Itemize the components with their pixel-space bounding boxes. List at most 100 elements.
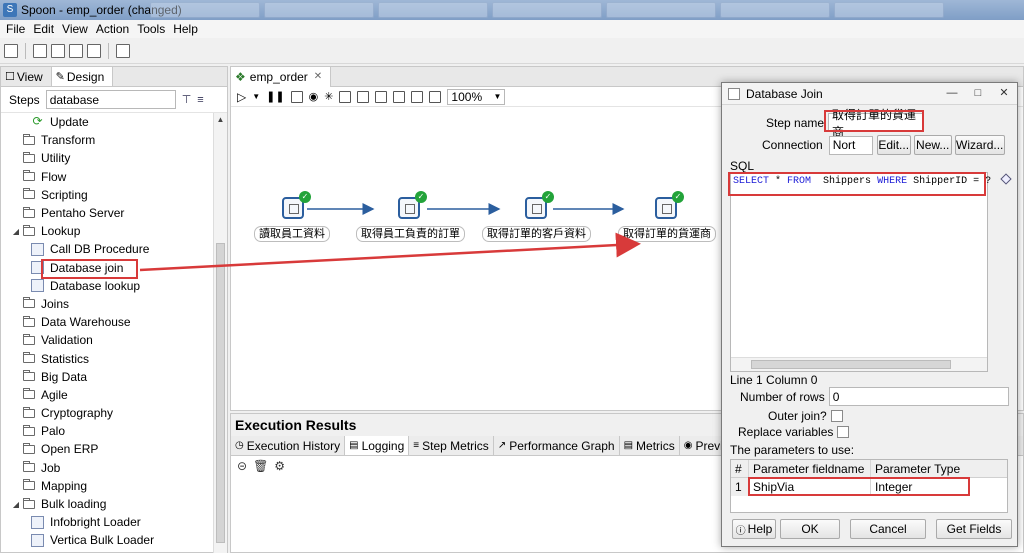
tree-item[interactable]: Validation [1, 331, 213, 349]
scroll-thumb[interactable] [751, 360, 951, 369]
tab-metrics[interactable]: ▤ Metrics [620, 436, 680, 455]
tree-item[interactable]: Joins [1, 295, 213, 313]
outer-join-checkbox[interactable] [830, 410, 843, 422]
new-file-icon[interactable] [4, 43, 18, 58]
close-tab-icon[interactable]: ✕ [314, 71, 322, 82]
folder-icon [23, 497, 35, 509]
tree-item[interactable]: Data Warehouse [1, 313, 213, 331]
replace-vars-checkbox[interactable] [837, 426, 850, 438]
open-file-icon[interactable] [33, 43, 47, 58]
folder-icon [23, 151, 35, 163]
tab-logging[interactable]: ▤ Logging [345, 436, 410, 455]
save-icon[interactable] [69, 43, 83, 58]
sql-horizontal-scrollbar[interactable] [731, 357, 987, 371]
tab-step-metrics[interactable]: ≡ Step Metrics [409, 436, 494, 455]
preview-icon[interactable]: ◉ [309, 90, 319, 103]
expand-all-icon[interactable]: ⊤ [182, 93, 192, 106]
verify-icon[interactable] [357, 90, 370, 103]
run-dropdown-icon[interactable]: ▼ [252, 92, 260, 101]
tree-item[interactable]: Job [1, 459, 213, 477]
tab-design[interactable]: ✎ Design [51, 67, 114, 86]
explore-repository-icon[interactable] [51, 43, 65, 58]
tree-item[interactable]: Statistics [1, 349, 213, 367]
edit-connection-button[interactable]: Edit... [876, 135, 911, 155]
folder-icon [23, 461, 35, 473]
tree-item[interactable]: Big Data [1, 368, 213, 386]
clear-log-icon[interactable]: ⊝ [237, 459, 247, 473]
tree-item[interactable]: Flow [1, 168, 213, 186]
expanded-arrow-icon: ◢ [12, 226, 20, 236]
tree-item[interactable]: Agile [1, 386, 213, 404]
tab-view[interactable]: ☐ View [1, 67, 52, 86]
help-button[interactable]: ⓘ Help [732, 519, 776, 539]
run-icon[interactable]: ▷ [237, 90, 246, 104]
menu-tools[interactable]: Tools [135, 22, 171, 36]
layers-icon[interactable] [116, 43, 130, 58]
scroll-thumb[interactable] [216, 243, 225, 543]
tree-item[interactable]: Scripting [1, 186, 213, 204]
col-fieldname-header[interactable]: Parameter fieldname [749, 459, 871, 478]
tree-item[interactable]: Infobright Loader [1, 513, 213, 531]
steps-search-input[interactable] [45, 90, 176, 109]
tree-item[interactable]: Call DB Procedure [1, 240, 213, 258]
new-connection-button[interactable]: New... [913, 135, 952, 155]
variable-diamond-icon[interactable] [1000, 173, 1012, 185]
scroll-up-icon[interactable]: ▲ [214, 113, 227, 126]
replay-icon[interactable] [339, 90, 352, 103]
pause-icon[interactable]: ❚❚ [266, 90, 284, 103]
wizard-button[interactable]: Wizard... [954, 135, 1005, 155]
menu-help[interactable]: Help [171, 22, 204, 36]
tree-scrollbar[interactable]: ▲ [213, 113, 227, 553]
tree-item[interactable]: Mapping [1, 477, 213, 495]
menu-file[interactable]: File [4, 22, 31, 36]
ok-button[interactable]: OK [780, 519, 840, 539]
step-label[interactable]: 取得訂單的貨運商 [618, 226, 716, 242]
tree-item[interactable]: Pentaho Server [1, 204, 213, 222]
sql-icon[interactable] [393, 90, 406, 103]
tree-item[interactable]: Palo [1, 422, 213, 440]
close-icon[interactable]: ✕ [991, 86, 1017, 102]
stop-icon[interactable] [290, 90, 303, 103]
gear-icon[interactable]: ⚙ [274, 459, 285, 473]
zoom-select[interactable]: 100% ▼ [447, 88, 506, 105]
tab-performance-graph[interactable]: ↗ Performance Graph [494, 436, 620, 455]
show-results-icon[interactable] [429, 90, 442, 103]
connection-select[interactable]: Nort [828, 135, 873, 155]
explore-db-icon[interactable] [411, 90, 424, 103]
row-index: 1 [731, 478, 749, 496]
col-index-header[interactable]: # [731, 459, 749, 478]
minimize-icon[interactable]: — [939, 86, 965, 102]
step-label[interactable]: 取得訂單的客戶資料 [482, 226, 591, 242]
tree-item[interactable]: Database lookup [1, 277, 213, 295]
maximize-icon[interactable]: □ [965, 86, 991, 102]
menu-edit[interactable]: Edit [31, 22, 60, 36]
get-fields-button[interactable]: Get Fields [936, 519, 1012, 539]
tree-item[interactable]: ◢ Bulk loading [1, 495, 213, 513]
col-type-header[interactable]: Parameter Type [871, 460, 1007, 478]
menu-action[interactable]: Action [94, 22, 135, 36]
step-label[interactable]: 取得員工負責的訂單 [356, 226, 465, 242]
save-as-icon[interactable] [87, 43, 101, 58]
debug-icon[interactable]: ✳ [324, 90, 333, 103]
tree-item[interactable]: ⟳ Update [1, 113, 213, 131]
cancel-button[interactable]: Cancel [850, 519, 926, 539]
tab-emp-order[interactable]: ❖ emp_order ✕ [231, 66, 332, 87]
tab-execution-history[interactable]: ◷ Execution History [231, 436, 346, 455]
background-tab [150, 2, 260, 18]
collapse-all-icon[interactable]: ≡ [197, 94, 203, 106]
tree-item[interactable]: Vertica Bulk Loader [1, 531, 213, 549]
tree-item[interactable]: Open ERP [1, 440, 213, 458]
trash-icon[interactable]: 🗑 [253, 459, 268, 473]
impact-icon[interactable] [375, 90, 388, 103]
highlight-sql [728, 172, 986, 196]
tree-item[interactable]: Cryptography [1, 404, 213, 422]
menu-view[interactable]: View [60, 22, 94, 36]
tree-item[interactable]: Transform [1, 131, 213, 149]
tree-item[interactable]: ◢ Lookup [1, 222, 213, 240]
highlight-parameter [748, 477, 970, 496]
number-of-rows-input[interactable]: 0 [828, 387, 1009, 406]
zoom-value: 100% [451, 89, 483, 104]
tree-item[interactable]: Utility [1, 149, 213, 167]
step-label[interactable]: 讀取員工資料 [254, 226, 330, 242]
sql-editor[interactable]: SELECT * FROM Shippers WHERE ShipperID =… [730, 172, 991, 372]
